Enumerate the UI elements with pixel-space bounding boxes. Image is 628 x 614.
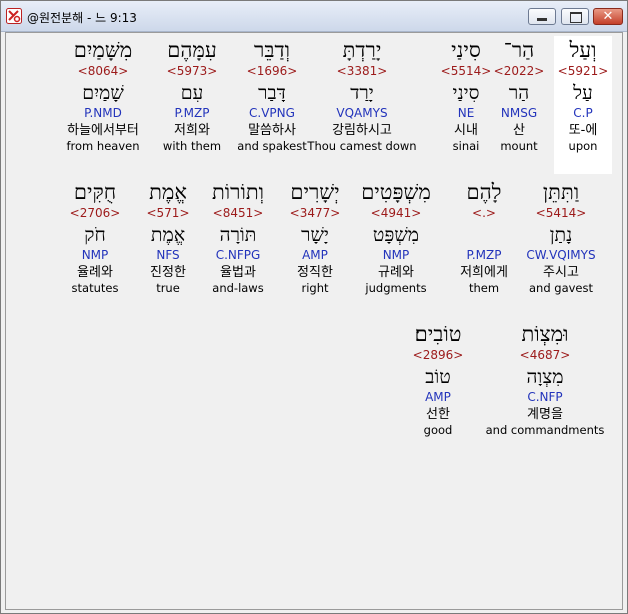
english-gloss: from heaven bbox=[66, 139, 140, 153]
maximize-icon bbox=[570, 12, 582, 23]
hebrew-word: טוֹבִים׃ bbox=[414, 322, 462, 346]
english-gloss: statutes bbox=[71, 281, 119, 295]
close-button[interactable]: ✕ bbox=[593, 8, 623, 25]
word-analysis-panel[interactable]: וְעַל <5921> עַל C.P 또-에 upon הַר־ <2022> הַר NMS… bbox=[5, 32, 623, 610]
maximize-button[interactable] bbox=[561, 8, 589, 25]
korean-gloss: 선한 bbox=[426, 407, 450, 422]
window-title: @원전분해 - 느 9:13 bbox=[27, 11, 137, 25]
minimize-button[interactable] bbox=[528, 8, 556, 25]
app-window: @원전분해 - 느 9:13 ✕ וְעַל <5921> עַל C.P 또-에 upo… bbox=[0, 0, 628, 614]
lemma-word: שָׁמַיִם bbox=[82, 82, 124, 104]
hebrew-word: חֻקִּים bbox=[73, 180, 117, 204]
morph-code: P.NMD bbox=[84, 106, 122, 120]
morph-code: AMP bbox=[425, 390, 451, 404]
english-gloss: good bbox=[423, 423, 453, 437]
word-cell[interactable]: טוֹבִים׃ <2896> טוֹב AMP 선한 good bbox=[373, 322, 503, 438]
strong-number[interactable]: <2896> bbox=[373, 347, 503, 364]
hebrew-word: מִשָּׁמַיִם bbox=[73, 38, 133, 62]
minimize-icon bbox=[537, 18, 547, 21]
lemma-word: טוֹב bbox=[425, 366, 451, 388]
title-bar[interactable]: @원전분해 - 느 9:13 ✕ bbox=[1, 1, 627, 32]
close-icon: ✕ bbox=[602, 9, 614, 24]
lemma-word: חֹק bbox=[84, 224, 106, 246]
morph-code: NMP bbox=[81, 248, 109, 262]
word-cell[interactable]: מִשָּׁמַיִם <8064> שָׁמַיִם P.NMD 하늘에서부터 from… bbox=[38, 38, 168, 154]
strong-number[interactable]: <2706> bbox=[30, 205, 160, 222]
korean-gloss: 율례와 bbox=[77, 265, 113, 280]
korean-gloss: 하늘에서부터 bbox=[67, 123, 139, 138]
strong-number[interactable]: <8064> bbox=[38, 63, 168, 80]
app-logo-icon bbox=[6, 8, 22, 24]
word-cell[interactable]: חֻקִּים <2706> חֹק NMP 율례와 statutes bbox=[30, 180, 160, 296]
